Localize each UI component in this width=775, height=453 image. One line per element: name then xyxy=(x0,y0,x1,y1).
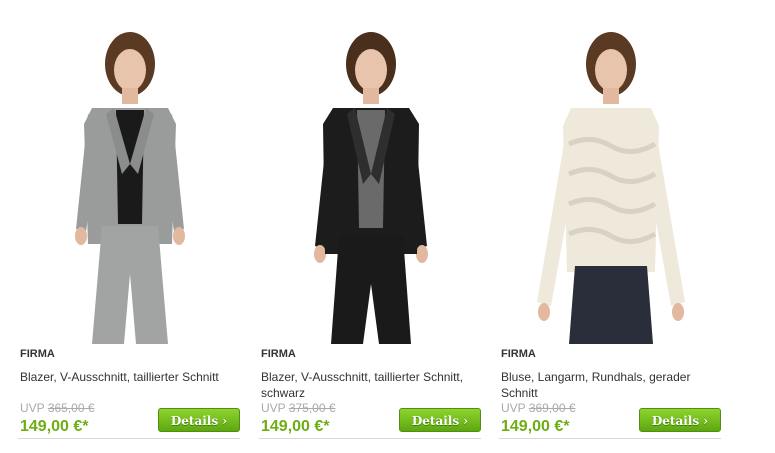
sale-price: 149,00 €* xyxy=(501,418,570,435)
brand-name: FIRMA xyxy=(501,348,536,360)
sale-price: 149,00 €* xyxy=(20,418,89,435)
uvp-label: UVP xyxy=(501,401,526,415)
uvp-label: UVP xyxy=(261,401,286,415)
brand-name: FIRMA xyxy=(261,348,296,360)
details-button[interactable]: Details › xyxy=(639,408,721,432)
product-card[interactable]: FIRMA Bluse, Langarm, Rundhals, gerader … xyxy=(499,0,724,453)
product-card[interactable]: FIRMA Blazer, V-Ausschnitt, taillierter … xyxy=(18,0,243,453)
sale-price: 149,00 €* xyxy=(261,418,330,435)
product-title[interactable]: Blazer, V-Ausschnitt, taillierter Schnit… xyxy=(20,369,235,385)
old-price: 365,00 € xyxy=(47,401,95,415)
product-image[interactable] xyxy=(259,14,484,344)
details-button[interactable]: Details › xyxy=(158,408,240,432)
product-title[interactable]: Bluse, Langarm, Rundhals, gerader Schnit… xyxy=(501,369,716,401)
divider xyxy=(259,438,481,439)
brand-name: FIRMA xyxy=(20,348,55,360)
product-title[interactable]: Blazer, V-Ausschnitt, taillierter Schnit… xyxy=(261,369,476,401)
uvp-label: UVP xyxy=(20,401,45,415)
product-grid: FIRMA Blazer, V-Ausschnitt, taillierter … xyxy=(0,0,775,453)
divider xyxy=(499,438,721,439)
divider xyxy=(18,438,240,439)
product-image[interactable] xyxy=(499,14,724,344)
uvp-price: UVP 375,00 € xyxy=(261,401,336,415)
uvp-price: UVP 365,00 € xyxy=(20,401,95,415)
old-price: 369,00 € xyxy=(528,401,576,415)
product-card[interactable]: FIRMA Blazer, V-Ausschnitt, taillierter … xyxy=(259,0,484,453)
product-image[interactable] xyxy=(18,14,243,344)
details-button[interactable]: Details › xyxy=(399,408,481,432)
old-price: 375,00 € xyxy=(288,401,336,415)
uvp-price: UVP 369,00 € xyxy=(501,401,576,415)
